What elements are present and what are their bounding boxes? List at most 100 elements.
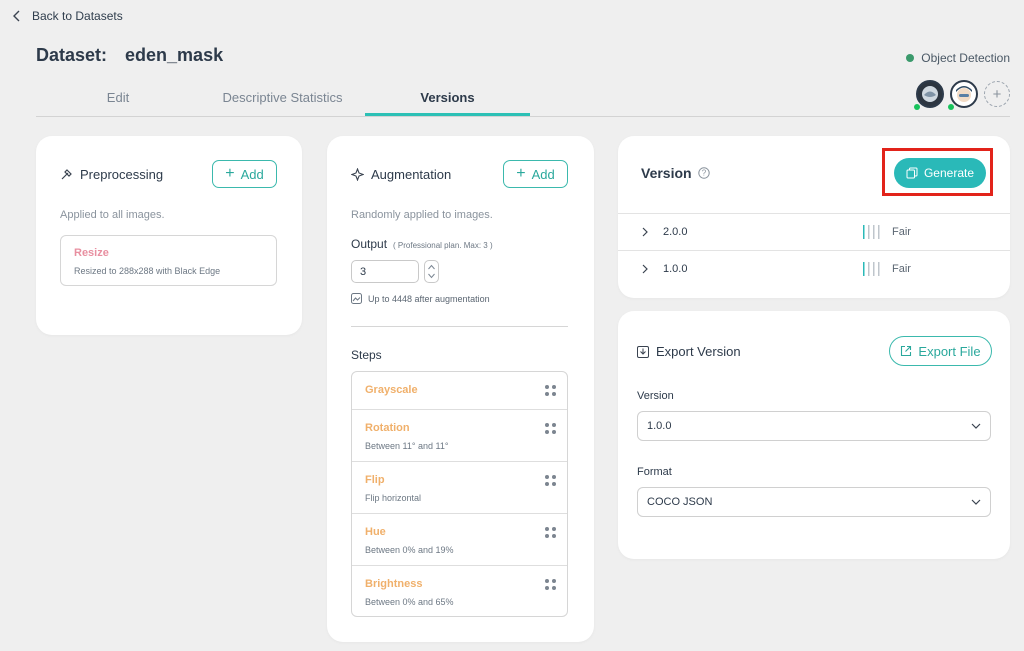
version-row[interactable]: 2.0.0 Fair xyxy=(618,213,1010,250)
wand-icon xyxy=(61,169,72,180)
drag-handle-icon[interactable] xyxy=(545,475,557,487)
step-name: Resize xyxy=(74,247,109,259)
svg-text:?: ? xyxy=(701,169,706,178)
list-item[interactable]: Rotation Between 11° and 11° xyxy=(352,410,567,462)
sparkle-icon xyxy=(351,168,364,181)
external-link-icon xyxy=(901,345,912,357)
export-card: Export Version Export File Version 1.0.0… xyxy=(618,311,1010,559)
collaborators: + xyxy=(914,80,1010,110)
augmentation-header: Augmentation xyxy=(351,167,451,182)
chevron-right-icon xyxy=(642,227,648,237)
preprocessing-title: Preprocessing xyxy=(80,167,164,182)
step-detail: Flip horizontal xyxy=(365,493,422,503)
version-quality: Fair xyxy=(892,226,911,238)
add-augmentation-label: Add xyxy=(531,166,555,182)
augmentation-steps-list: Grayscale Rotation Between 11° and 11° F… xyxy=(351,371,568,617)
augmentation-card: Augmentation + Add Randomly applied to i… xyxy=(327,136,594,642)
output-summary-text: Up to 4448 after augmentation xyxy=(368,293,490,304)
back-to-datasets-link[interactable]: Back to Datasets xyxy=(12,9,123,23)
chevron-left-icon xyxy=(13,10,20,22)
help-icon[interactable]: ? xyxy=(697,167,710,179)
online-indicator-icon xyxy=(914,104,920,110)
add-preprocessing-label: Add xyxy=(240,166,264,182)
online-indicator-icon xyxy=(948,104,954,110)
plus-icon: + xyxy=(516,165,526,182)
back-link-label: Back to Datasets xyxy=(32,9,123,23)
copy-icon xyxy=(906,167,918,179)
chevron-right-icon xyxy=(642,264,648,274)
export-header: Export Version xyxy=(637,344,741,359)
format-select-label: Format xyxy=(637,466,672,478)
step-detail: Between 11° and 11° xyxy=(365,441,449,451)
versions-title: Version xyxy=(641,165,692,181)
chevron-down-icon xyxy=(971,423,981,429)
preprocessing-step-resize[interactable]: Resize Resized to 288x288 with Black Edg… xyxy=(60,235,277,286)
versions-card: Version ? Generate 2.0.0 Fair 1.0.0 Fair xyxy=(618,136,1010,298)
tab-versions[interactable]: Versions xyxy=(365,88,530,116)
add-preprocessing-button[interactable]: + Add xyxy=(212,160,277,188)
avatar[interactable] xyxy=(914,80,944,110)
list-item[interactable]: Grayscale xyxy=(352,372,567,410)
quality-bars-icon xyxy=(863,262,880,276)
generate-button[interactable]: Generate xyxy=(894,158,986,188)
step-detail: Between 0% and 65% xyxy=(365,597,454,607)
output-summary: Up to 4448 after augmentation xyxy=(351,293,490,304)
drag-handle-icon[interactable] xyxy=(545,385,557,397)
output-note: ( Professional plan. Max: 3 ) xyxy=(393,241,493,250)
divider xyxy=(351,326,568,327)
tab-bar: Edit Descriptive Statistics Versions xyxy=(36,88,1010,117)
output-label: Output xyxy=(351,237,388,251)
step-name: Brightness xyxy=(365,578,423,590)
dataset-name: eden_mask xyxy=(125,45,224,65)
project-type-label: Object Detection xyxy=(921,51,1010,65)
generate-label: Generate xyxy=(923,166,975,180)
stepper-arrows-icon xyxy=(428,264,435,279)
preprocessing-description: Applied to all images. xyxy=(60,209,165,221)
step-name: Flip xyxy=(365,474,385,486)
output-count-input[interactable]: 3 xyxy=(351,260,419,283)
user-avatar-icon xyxy=(922,86,938,102)
project-type-badge: Object Detection xyxy=(906,51,1010,65)
format-select-value: COCO JSON xyxy=(647,496,713,508)
step-detail: Resized to 288x288 with Black Edge xyxy=(74,266,221,276)
dataset-prefix: Dataset: xyxy=(36,45,108,65)
image-icon xyxy=(351,293,362,304)
export-file-label: Export File xyxy=(918,343,981,359)
page-title: Dataset: eden_mask xyxy=(36,45,223,66)
versions-header: Version ? xyxy=(641,165,710,181)
augmentation-description: Randomly applied to images. xyxy=(351,209,493,221)
output-stepper[interactable] xyxy=(424,260,439,283)
step-detail: Between 0% and 19% xyxy=(365,545,454,555)
status-dot-icon xyxy=(906,54,915,62)
output-label-row: Output ( Professional plan. Max: 3 ) xyxy=(351,237,493,251)
version-row[interactable]: 1.0.0 Fair xyxy=(618,250,1010,287)
add-collaborator-button[interactable]: + xyxy=(984,81,1010,107)
plus-icon: + xyxy=(225,165,235,182)
tab-edit[interactable]: Edit xyxy=(36,88,200,116)
chevron-down-icon xyxy=(971,499,981,505)
drag-handle-icon[interactable] xyxy=(545,579,557,591)
tab-descriptive-statistics[interactable]: Descriptive Statistics xyxy=(200,88,365,116)
user-avatar-icon xyxy=(956,86,972,102)
drag-handle-icon[interactable] xyxy=(545,423,557,435)
export-file-button[interactable]: Export File xyxy=(889,336,992,366)
step-name: Grayscale xyxy=(365,384,418,396)
version-select[interactable]: 1.0.0 xyxy=(637,411,991,441)
avatar[interactable] xyxy=(948,80,978,110)
list-item[interactable]: Flip Flip horizontal xyxy=(352,462,567,514)
steps-label: Steps xyxy=(351,348,382,362)
export-title: Export Version xyxy=(656,344,741,359)
preprocessing-card: Preprocessing + Add Applied to all image… xyxy=(36,136,302,335)
format-select[interactable]: COCO JSON xyxy=(637,487,991,517)
plus-icon: + xyxy=(992,85,1002,103)
quality-bars-icon xyxy=(863,225,880,239)
augmentation-title: Augmentation xyxy=(371,167,452,182)
list-item[interactable]: Hue Between 0% and 19% xyxy=(352,514,567,566)
version-number: 1.0.0 xyxy=(663,263,688,275)
version-select-label: Version xyxy=(637,390,674,402)
add-augmentation-button[interactable]: + Add xyxy=(503,160,568,188)
preprocessing-header: Preprocessing xyxy=(60,167,163,182)
version-number: 2.0.0 xyxy=(663,226,688,238)
list-item[interactable]: Brightness Between 0% and 65% xyxy=(352,566,567,616)
drag-handle-icon[interactable] xyxy=(545,527,557,539)
